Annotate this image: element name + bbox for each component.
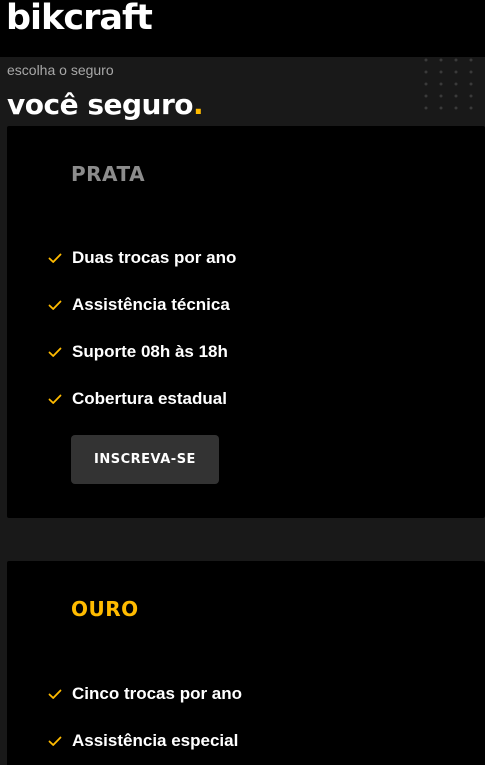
plan-name: OURO — [71, 597, 139, 621]
check-icon — [48, 347, 62, 357]
feature-label: Assistência especial — [72, 730, 239, 750]
plan-name: PRATA — [71, 162, 146, 186]
feature-item: Assistência especial — [47, 717, 242, 764]
feature-label: Assistência técnica — [72, 294, 230, 314]
check-icon — [48, 689, 62, 699]
check-icon — [48, 253, 62, 263]
check-icon — [48, 394, 62, 404]
feature-item: Duas trocas por ano — [47, 234, 236, 281]
plan-card-prata: PRATA Duas trocas por ano Assistência té… — [7, 126, 485, 518]
feature-item: Cobertura estadual — [47, 375, 236, 422]
feature-label: Duas trocas por ano — [72, 247, 237, 267]
plan-features-list: Duas trocas por ano Assistência técnica … — [47, 234, 236, 422]
section-title: você seguro. — [7, 87, 204, 123]
feature-item: Suporte 08h às 18h — [47, 328, 236, 375]
feature-label: Suporte 08h às 18h — [72, 341, 228, 361]
page: bikcraft escolha o seguro você seguro. P… — [0, 0, 485, 765]
feature-item: Assistência técnica — [47, 281, 236, 328]
plan-features-list: Cinco trocas por ano Assistência especia… — [47, 670, 242, 764]
feature-label: Cinco trocas por ano — [72, 683, 243, 703]
plan-card-ouro: OURO Cinco trocas por ano Assistência es… — [7, 561, 485, 765]
title-accent-dot: . — [193, 88, 204, 121]
section-subtitle: escolha o seguro — [7, 62, 114, 78]
logo[interactable]: bikcraft — [6, 0, 153, 38]
section-title-text: você seguro — [7, 88, 194, 121]
check-icon — [48, 736, 62, 746]
feature-item: Cinco trocas por ano — [47, 670, 242, 717]
subscribe-button[interactable]: INSCREVA-SE — [71, 435, 219, 484]
dot-pattern-decoration — [424, 58, 473, 110]
feature-label: Cobertura estadual — [72, 388, 227, 408]
header: bikcraft — [0, 0, 485, 57]
pricing-section: escolha o seguro você seguro. PRATA Duas… — [0, 57, 485, 765]
check-icon — [48, 300, 62, 310]
